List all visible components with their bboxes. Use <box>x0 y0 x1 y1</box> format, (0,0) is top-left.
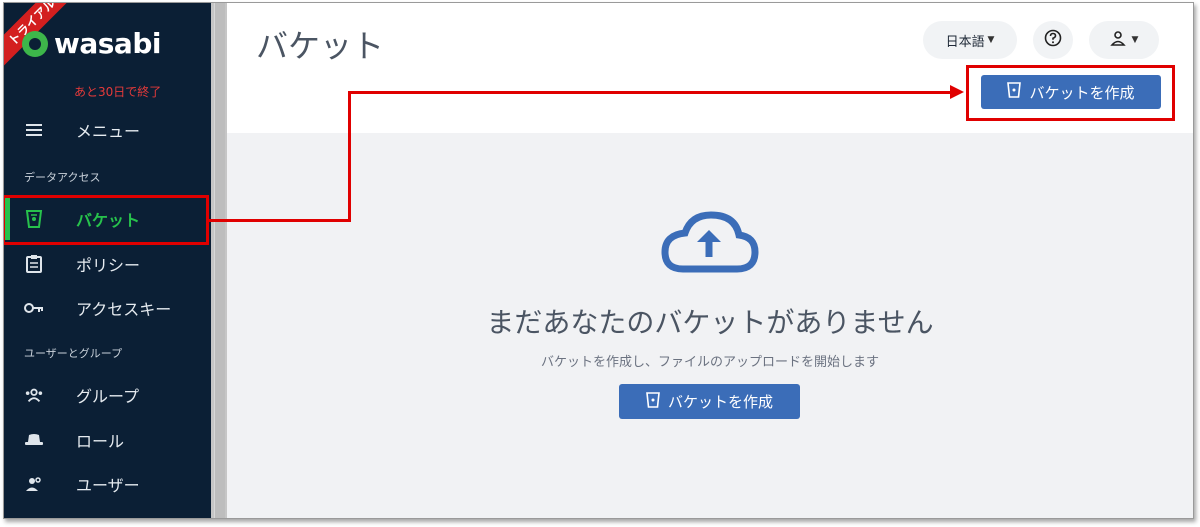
section-label-users-groups: ユーザーとグループ <box>24 347 123 360</box>
sidebar-item-user[interactable]: ユーザー <box>4 463 211 505</box>
menu-label: メニュー <box>76 122 141 141</box>
annotation-connector-top <box>348 91 954 94</box>
clipboard-icon <box>24 254 44 274</box>
annotation-connector-horizontal <box>209 219 351 222</box>
section-label-data-access: データアクセス <box>24 171 101 184</box>
scrollbar-thumb[interactable] <box>214 3 225 518</box>
sidebar-item-group[interactable]: グループ <box>4 374 211 416</box>
empty-state-title: まだあなたのバケットがありません <box>486 306 934 339</box>
language-selector[interactable]: 日本語 ▼ <box>923 21 1017 59</box>
app-window: トライアル wasabi あと30日で終了 メニュー データアクセス バケット <box>3 2 1194 519</box>
sidebar-scrollbar[interactable] <box>211 3 227 518</box>
wasabi-logo[interactable]: wasabi <box>22 27 161 60</box>
annotation-box-sidebar-bucket <box>4 195 209 245</box>
annotation-connector-vertical <box>348 91 351 222</box>
hat-icon <box>24 430 44 450</box>
sidebar-menu-toggle[interactable]: メニュー <box>4 109 211 151</box>
sidebar-item-label: ユーザー <box>76 476 140 495</box>
sidebar-item-label: アクセスキー <box>76 300 172 319</box>
group-icon <box>24 385 44 405</box>
sidebar-item-access-key[interactable]: アクセスキー <box>4 287 211 329</box>
annotation-box-create-button <box>966 65 1175 121</box>
page-title: バケット <box>256 27 385 65</box>
hamburger-icon <box>24 120 44 140</box>
create-bucket-button-center[interactable]: バケットを作成 <box>619 384 800 419</box>
wasabi-logo-icon <box>22 30 48 57</box>
sidebar-item-role[interactable]: ロール <box>4 419 211 461</box>
user-menu-button[interactable]: ▼ <box>1089 21 1159 59</box>
language-label: 日本語 <box>945 34 985 50</box>
logo-text: wasabi <box>54 27 161 60</box>
sidebar-item-label: ポリシー <box>76 256 141 275</box>
empty-state-area: まだあなたのバケットがありません バケットを作成し、ファイルのアップロードを開始… <box>227 133 1193 518</box>
user-icon <box>1109 30 1126 50</box>
sidebar-item-label: グループ <box>76 387 140 406</box>
help-button[interactable] <box>1033 21 1073 59</box>
cloud-upload-icon <box>659 209 759 279</box>
sidebar: トライアル wasabi あと30日で終了 メニュー データアクセス バケット <box>4 3 211 518</box>
sidebar-item-label: ロール <box>76 432 125 451</box>
chevron-down-icon: ▼ <box>1131 35 1139 45</box>
empty-state-subtitle: バケットを作成し、ファイルのアップロードを開始します <box>540 355 879 370</box>
create-bucket-label: バケットを作成 <box>667 393 773 411</box>
help-circle-icon <box>1044 29 1062 51</box>
annotation-arrowhead <box>950 85 964 99</box>
bucket-icon <box>646 391 660 412</box>
users-icon <box>24 474 44 494</box>
key-icon <box>24 298 44 318</box>
sidebar-item-policy[interactable]: ポリシー <box>4 243 211 285</box>
trial-remaining-text: あと30日で終了 <box>74 85 162 99</box>
chevron-down-icon: ▼ <box>984 35 995 45</box>
